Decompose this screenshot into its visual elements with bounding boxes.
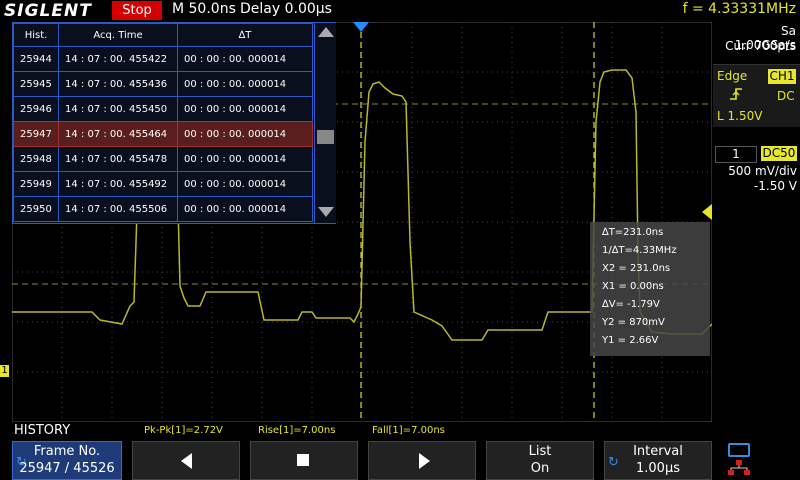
network-icon [728,460,750,475]
scroll-up-icon[interactable] [318,27,334,37]
scroll-down-icon[interactable] [318,207,334,217]
measure-rise: Rise[1]=7.00ns [258,425,336,436]
frequency-counter: f = 4.33331MHz [682,1,796,17]
history-list-panel[interactable]: Hist. Acq. Time ∆T 25944 14 : 07 : 00. 45542… [12,22,336,224]
channel-offset: -1.50 V [753,179,797,193]
frame-number-softkey[interactable]: ↻ Frame No. 25947 / 45526 [12,441,122,480]
table-cell: 14 : 07 : 00. 455450 [58,96,178,122]
table-cell: 14 : 07 : 00. 455422 [58,46,178,72]
table-cell: 00 : 00 : 00. 000014 [177,171,313,197]
table-cell: 14 : 07 : 00. 455492 [58,171,178,197]
table-cell: 00 : 00 : 00. 000014 [177,71,313,97]
table-cell: 25945 [13,71,59,97]
table-cell: 14 : 07 : 00. 455506 [58,196,178,222]
list-label: List [528,444,552,459]
interval-softkey[interactable]: ↻ Interval 1.00µs [604,441,712,480]
table-cell: 25944 [13,46,59,72]
table-cell: 25949 [13,171,59,197]
history-table: Hist. Acq. Time ∆T 25944 14 : 07 : 00. 45542… [13,23,313,222]
trigger-mode: Edge [717,69,748,83]
table-row[interactable]: 25946 14 : 07 : 00. 455450 00 : 00 : 00. 0… [13,96,313,122]
run-stop-indicator[interactable]: Stop [112,1,162,20]
table-cell: 00 : 00 : 00. 000014 [177,46,313,72]
history-scrollbar[interactable] [314,23,336,223]
table-cell: 00 : 00 : 00. 000014 [177,196,313,222]
trigger-panel[interactable]: Edge CH1 DC L 1.50V [713,64,800,127]
delay-readout[interactable]: Delay 0.00µs [240,1,332,17]
cursor-inv-delta-t: 1/∆T=4.33MHz [602,245,677,256]
column-header: Hist. [13,23,59,47]
measure-pkpk: Pk-Pk[1]=2.72V [144,425,223,436]
measure-fall: Fall[1]=7.00ns [372,425,445,436]
cursor-y2: Y2 = 870mV [602,317,665,328]
trigger-level: L 1.50V [717,109,763,123]
channel-number: 1 [715,146,757,163]
table-row[interactable]: 25949 14 : 07 : 00. 455492 00 : 00 : 00. 0… [13,171,313,197]
memory-depth: Curr 700pts [725,39,796,53]
table-cell: 00 : 00 : 00. 000014 [177,96,313,122]
menu-title: HISTORY [14,423,71,438]
table-row[interactable]: 25944 14 : 07 : 00. 455422 00 : 00 : 00. 0… [13,46,313,72]
table-row[interactable]: 25948 14 : 07 : 00. 455478 00 : 00 : 00. 0… [13,146,313,172]
cursor-readout-panel: ∆T=231.0ns 1/∆T=4.33MHz X2 = 231.0ns X1 … [590,222,710,356]
stop-playback-button[interactable] [250,441,358,480]
cursor-x2: X2 = 231.0ns [602,263,671,274]
ch1-ground-marker[interactable]: 1 [0,365,9,377]
table-cell: 25950 [13,196,59,222]
play-forward-icon [419,453,430,469]
cursor-delta-v: ∆V= -1.79V [602,299,660,310]
cursor-delta-t: ∆T=231.0ns [602,227,664,238]
table-cell: 25947 [13,121,59,147]
cursor-y1: Y1 = 2.66V [602,335,659,346]
frame-label: Frame No. [33,444,101,459]
table-cell: 00 : 00 : 00. 000014 [177,121,313,147]
table-cell: 14 : 07 : 00. 455436 [58,71,178,97]
cursor-x1: X1 = 0.00ns [602,281,664,292]
scroll-thumb[interactable] [317,130,334,144]
list-toggle-softkey[interactable]: List On [486,441,594,480]
usb-storage-icon [728,443,750,457]
rising-edge-icon [729,87,743,105]
column-header: ∆T [177,23,313,47]
next-frame-button[interactable] [368,441,476,480]
trigger-source: CH1 [768,69,796,84]
table-row[interactable]: 25947 14 : 07 : 00. 455464 00 : 00 : 00. 0… [13,121,313,147]
channel-scale: 500 mV/div [728,164,797,178]
channel-coupling: DC50 [761,146,797,161]
previous-frame-button[interactable] [132,441,240,480]
list-value: On [530,461,550,476]
stop-icon [297,454,309,466]
column-header: Acq. Time [58,23,178,47]
timebase-readout[interactable]: M 50.0ns [172,1,236,17]
table-row[interactable]: 25945 14 : 07 : 00. 455436 00 : 00 : 00. 0… [13,71,313,97]
table-cell: 00 : 00 : 00. 000014 [177,146,313,172]
interval-value: 1.00µs [636,461,680,476]
table-cell: 25946 [13,96,59,122]
interval-label: Interval [633,444,683,459]
channel1-panel[interactable]: 1 DC50 500 mV/div -1.50 V [713,144,800,194]
table-row[interactable]: 25950 14 : 07 : 00. 455506 00 : 00 : 00. 0… [13,196,313,222]
table-cell: 14 : 07 : 00. 455464 [58,121,178,147]
table-cell: 25948 [13,146,59,172]
table-header-row: Hist. Acq. Time ∆T [13,23,313,47]
frame-value: 25947 / 45526 [19,461,115,476]
trigger-coupling: DC [777,89,795,103]
play-back-icon [181,453,192,469]
brand-logo: SIGLENT [4,1,92,21]
table-cell: 14 : 07 : 00. 455478 [58,146,178,172]
